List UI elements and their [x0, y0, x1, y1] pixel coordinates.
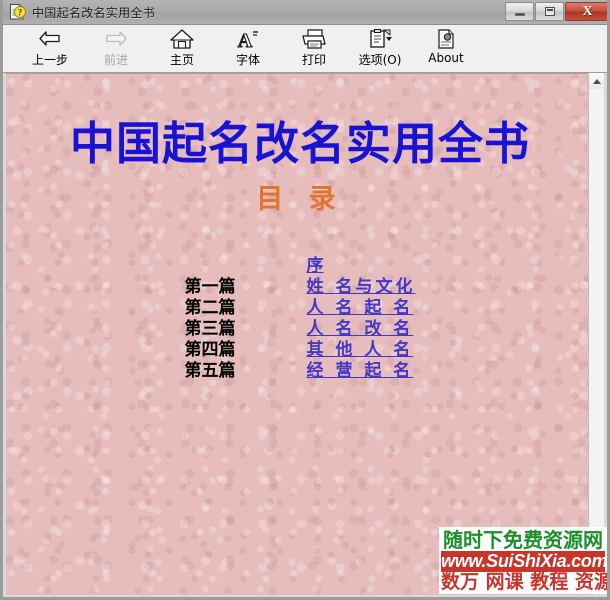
toolbar-label-options: 选项(O)	[358, 53, 402, 67]
watermark-url: www.SuiShiXia.com	[441, 551, 608, 572]
toc-row-2: 第二篇 人 名 起 名	[185, 293, 416, 318]
scroll-up-arrow-icon	[592, 78, 601, 84]
toc-row-preface: 序	[185, 251, 416, 276]
vertical-scrollbar[interactable]	[588, 73, 604, 594]
page-subtitle: 目 录	[256, 184, 344, 216]
close-button[interactable]: X	[565, 2, 607, 21]
help-document-icon: ?	[8, 3, 26, 21]
toolbar-button-print[interactable]: 打印	[281, 25, 347, 71]
font-icon: A	[235, 28, 261, 50]
toolbar-label-home: 主页	[169, 53, 194, 67]
toc-row-3: 第三篇 人 名 改 名	[185, 314, 416, 339]
toc-label-5: 第五篇	[184, 361, 236, 382]
application-window: ? 中国起名改名实用全书 X 上一步 前进 主页 A 字体 打印 选项(O) A…	[0, 0, 610, 600]
toolbar-button-forward[interactable]: 前进	[83, 25, 149, 71]
toolbar-label-print: 打印	[301, 53, 326, 67]
toolbar-label-forward: 前进	[103, 53, 128, 67]
window-controls: X	[504, 2, 607, 22]
toolbar-button-options[interactable]: 选项(O)	[347, 25, 413, 71]
toolbar: 上一步 前进 主页 A 字体 打印 选项(O) About	[3, 25, 607, 73]
back-arrow-icon	[37, 28, 63, 50]
about-page-icon	[434, 28, 458, 50]
maximize-icon	[544, 7, 555, 16]
watermark-tagline: 数万 网课 教程 资源	[441, 571, 610, 593]
page-title: 中国起名改名实用全书	[69, 117, 530, 170]
scroll-up-button[interactable]	[589, 73, 604, 89]
svg-text:A: A	[238, 30, 253, 50]
window-title: 中国起名改名实用全书	[32, 5, 156, 20]
maximize-button[interactable]	[535, 2, 564, 21]
minimize-icon	[514, 12, 525, 16]
toolbar-button-about[interactable]: About	[413, 25, 479, 71]
toc-row-4: 第四篇 其 他 人 名	[185, 335, 416, 360]
forward-arrow-icon	[103, 28, 129, 50]
document-content: 中国起名改名实用全书 目 录 序 第一篇 姓 名与文化 第二篇 人 名 起 名 …	[6, 117, 594, 382]
watermark-overlay: 随时下免费资源网 www.SuiShiXia.com 数万 网课 教程 资源	[439, 527, 607, 594]
watermark-site-name: 随时下免费资源网	[443, 528, 603, 552]
options-clipboard-icon	[366, 28, 394, 50]
minimize-button[interactable]	[505, 2, 534, 21]
home-icon	[169, 28, 195, 50]
toc-link-5[interactable]: 经 营 起 名	[307, 356, 414, 381]
toolbar-label-about: About	[428, 51, 464, 65]
toc-row-1: 第一篇 姓 名与文化	[185, 272, 416, 297]
toolbar-button-back[interactable]: 上一步	[17, 25, 83, 71]
table-of-contents: 序 第一篇 姓 名与文化 第二篇 人 名 起 名 第三篇 人 名 改 名 第四篇…	[185, 251, 416, 381]
toolbar-button-home[interactable]: 主页	[149, 25, 215, 71]
title-bar[interactable]: ? 中国起名改名实用全书 X	[3, 0, 607, 25]
close-icon: X	[582, 3, 593, 19]
svg-text:?: ?	[18, 8, 23, 18]
toolbar-label-font: 字体	[235, 53, 260, 67]
toolbar-button-font[interactable]: A 字体	[215, 25, 281, 71]
document-view: 中国起名改名实用全书 目 录 序 第一篇 姓 名与文化 第二篇 人 名 起 名 …	[6, 73, 594, 595]
toolbar-label-back: 上一步	[31, 53, 68, 67]
print-icon	[300, 28, 328, 50]
toc-row-5: 第五篇 经 营 起 名	[185, 356, 416, 381]
